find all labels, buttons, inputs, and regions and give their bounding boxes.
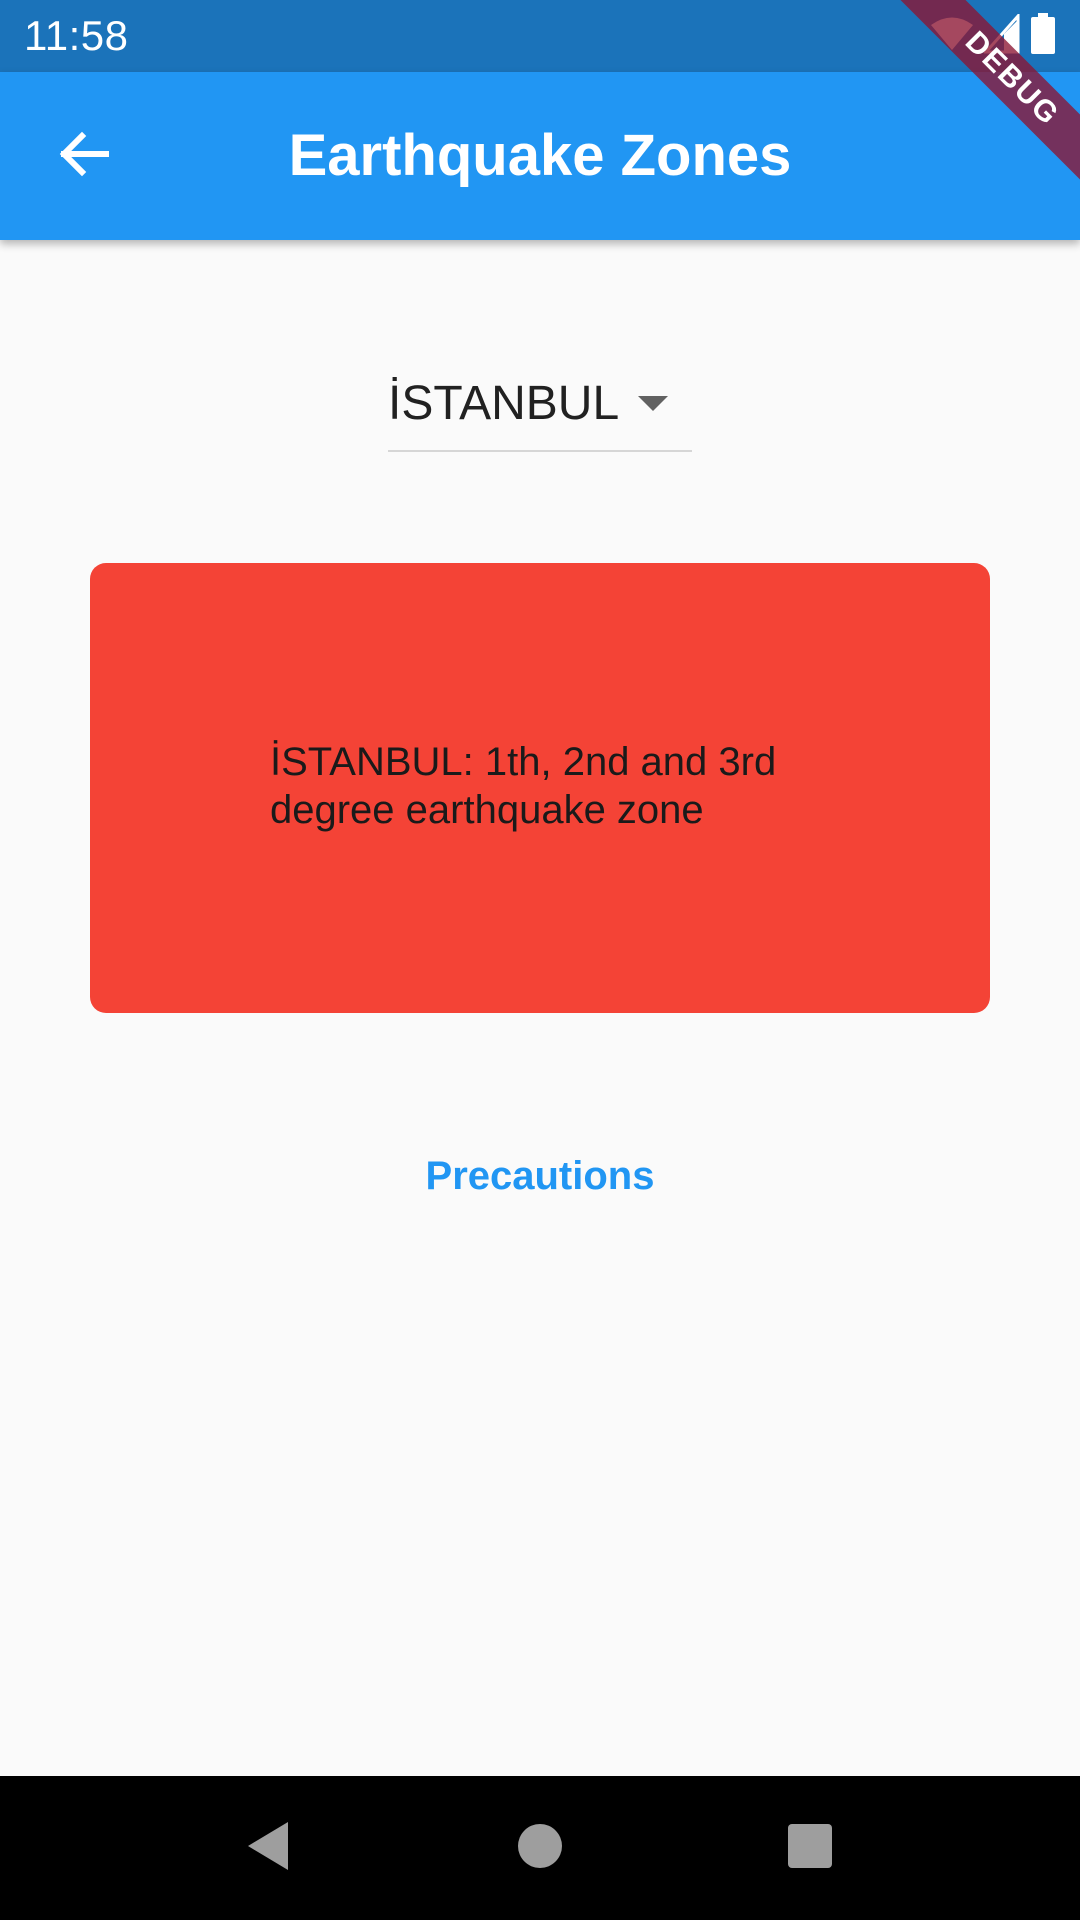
app-bar: Earthquake Zones <box>0 72 1080 240</box>
zone-description: İSTANBUL: 1th, 2nd and 3rd degree earthq… <box>270 740 777 832</box>
dropdown-selected-value: İSTANBUL <box>388 377 620 430</box>
nav-home-button[interactable] <box>468 1776 612 1920</box>
wifi-icon <box>930 16 974 57</box>
home-circle-icon <box>517 1823 563 1874</box>
screen: 11:58 Earthquake Zones DEBUG İSTANBUL İS… <box>0 0 1080 1920</box>
nav-recents-button[interactable] <box>738 1776 882 1920</box>
navigation-bar <box>0 1776 1080 1920</box>
city-dropdown[interactable]: İSTANBUL <box>388 362 692 452</box>
precautions-button[interactable]: Precautions <box>390 1140 690 1212</box>
status-time: 11:58 <box>24 12 129 59</box>
signal-icon <box>982 11 1020 59</box>
status-icons <box>930 11 1056 60</box>
arrow-drop-down-icon <box>638 396 668 411</box>
back-triangle-icon <box>244 1820 292 1877</box>
page-title: Earthquake Zones <box>288 123 792 188</box>
recents-square-icon <box>787 1823 833 1874</box>
status-bar: 11:58 <box>0 0 1080 72</box>
zone-card: İSTANBUL: 1th, 2nd and 3rd degree earthq… <box>90 563 990 1013</box>
nav-back-button[interactable] <box>196 1776 340 1920</box>
battery-icon <box>1030 12 1056 60</box>
